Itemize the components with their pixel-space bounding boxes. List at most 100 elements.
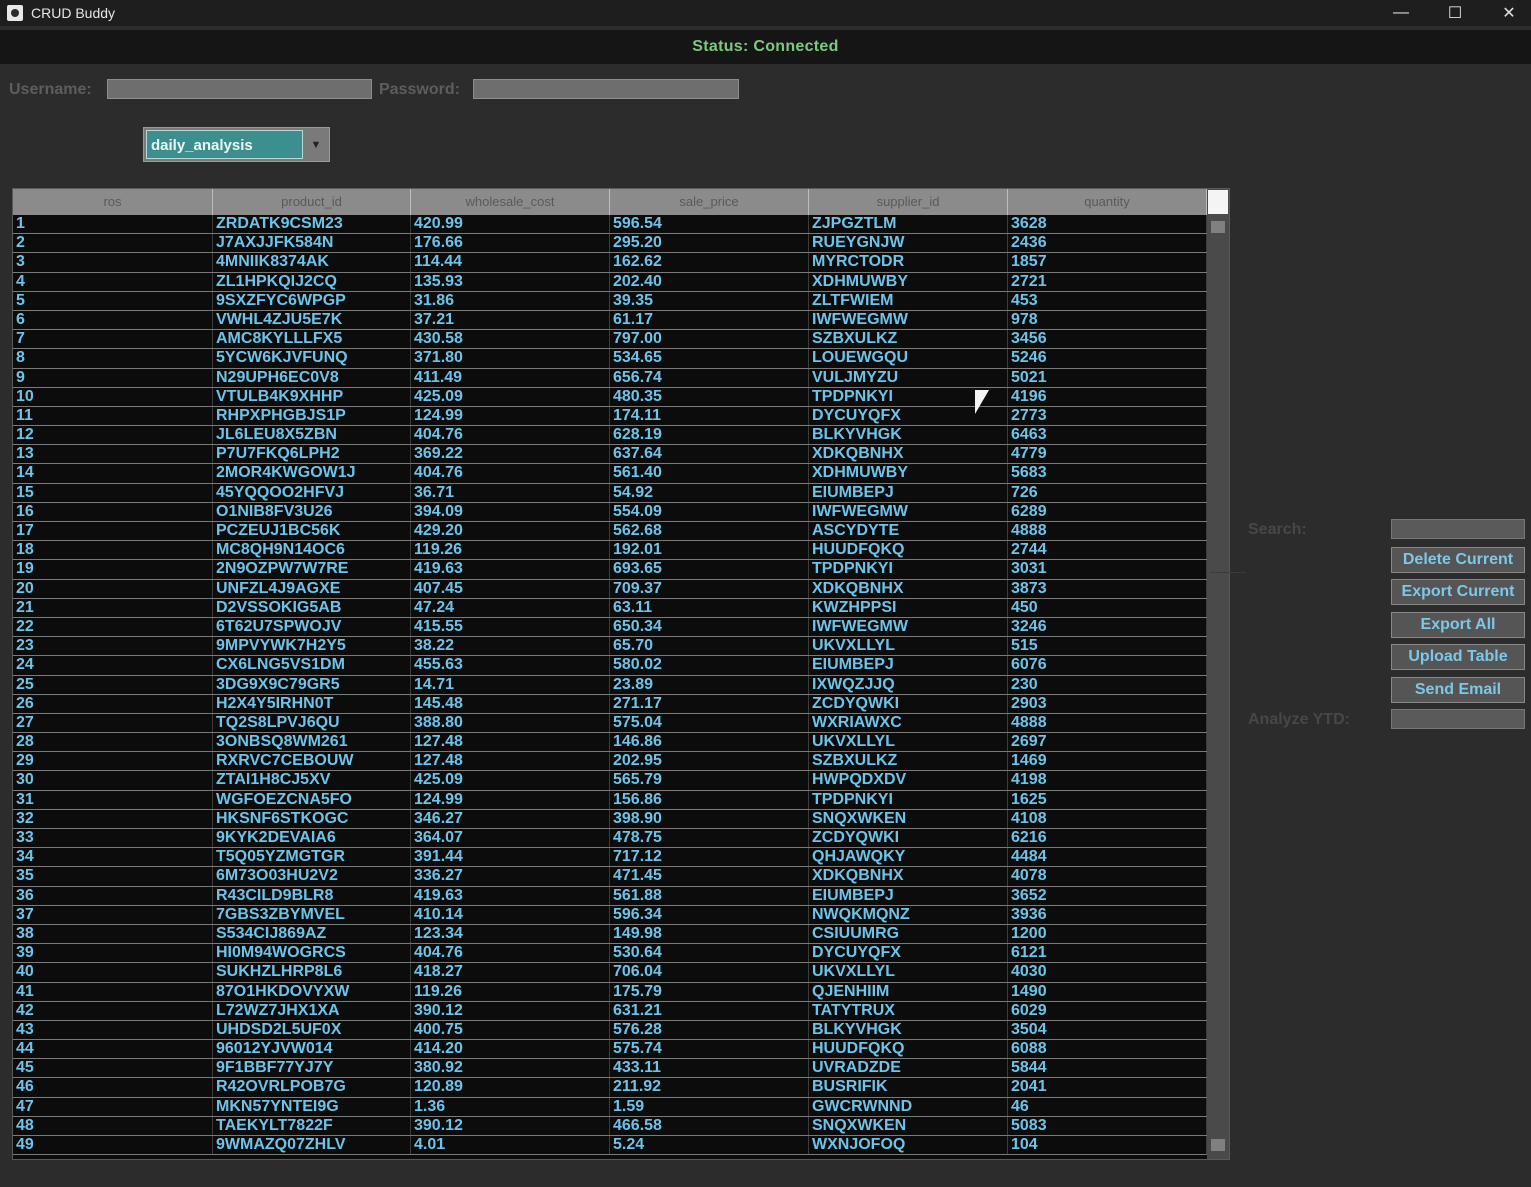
table-row[interactable]: 12 JL6LEU8X5ZBN 404.76 628.19 BLKYVHGK 6463	[13, 426, 1207, 446]
table-row[interactable]: 39 HI0M94WOGRCS 404.76 530.64 DYCUYQFX 6121	[13, 944, 1207, 964]
table-cell[interactable]: IWFWEGMW	[809, 502, 1008, 521]
table-cell[interactable]: IWFWEGMW	[809, 617, 1008, 637]
table-cell[interactable]: 124.99	[411, 406, 610, 426]
table-cell[interactable]: UKVXLLYL	[809, 963, 1008, 982]
table-cell[interactable]: GWCRWNND	[809, 1097, 1008, 1116]
table-cell[interactable]: 43	[13, 1020, 213, 1040]
table-cell[interactable]: 3	[13, 253, 213, 272]
table-cell[interactable]: ZLTFWIEM	[809, 291, 1008, 310]
table-row[interactable]: 48 TAEKYLT7822F 390.12 466.58 SNQXWKEN 5083	[13, 1116, 1207, 1136]
table-cell[interactable]: UVRADZDE	[809, 1059, 1008, 1078]
table-cell[interactable]: 4196	[1008, 387, 1207, 406]
table-cell[interactable]: 63.11	[610, 598, 809, 617]
table-cell[interactable]: 1857	[1008, 253, 1207, 272]
table-cell[interactable]: 65.70	[610, 637, 809, 656]
table-cell[interactable]: S534CIJ869AZ	[213, 924, 411, 944]
table-cell[interactable]: 346.27	[411, 809, 610, 828]
column-header[interactable]: ros	[13, 189, 213, 215]
table-cell[interactable]: IWFWEGMW	[809, 310, 1008, 330]
table-cell[interactable]: 3628	[1008, 215, 1207, 234]
table-row[interactable]: 17 PCZEUJ1BC56K 429.20 562.68 ASCYDYTE 4888	[13, 522, 1207, 542]
table-cell[interactable]: XDKQBNHX	[809, 445, 1008, 464]
table-cell[interactable]: 26	[13, 694, 213, 713]
table-cell[interactable]: 390.12	[411, 1116, 610, 1135]
table-cell[interactable]: 22	[13, 617, 213, 637]
table-cell[interactable]: 433.11	[610, 1059, 809, 1078]
table-cell[interactable]: UNFZL4J9AGXE	[213, 579, 411, 598]
table-cell[interactable]: 369.22	[411, 445, 610, 464]
table-cell[interactable]: 2721	[1008, 272, 1207, 291]
table-cell[interactable]: 471.45	[610, 867, 809, 886]
table-cell[interactable]: ZCDYQWKI	[809, 829, 1008, 848]
table-cell[interactable]: 637.64	[610, 445, 809, 464]
table-cell[interactable]: 466.58	[610, 1116, 809, 1135]
table-cell[interactable]: 127.48	[411, 733, 610, 752]
table-row[interactable]: 28 3ONBSQ8WM261 127.48 146.86 UKVXLLYL 2697	[13, 733, 1207, 753]
table-cell[interactable]: 5021	[1008, 368, 1207, 387]
table-cell[interactable]: XDHMUWBY	[809, 464, 1008, 483]
vertical-scrollbar[interactable]	[1207, 189, 1229, 1159]
table-cell[interactable]: SNQXWKEN	[809, 1116, 1008, 1135]
table-cell[interactable]: 978	[1008, 310, 1207, 330]
table-row[interactable]: 6 VWHL4ZJU5E7K 37.21 61.17 IWFWEGMW 978	[13, 310, 1207, 331]
table-cell[interactable]: TQ2S8LPVJ6QU	[213, 713, 411, 733]
table-cell[interactable]: 2N9OZPW7W7RE	[213, 560, 411, 579]
column-header[interactable]: wholesale_cost	[411, 189, 610, 215]
table-cell[interactable]: 20	[13, 579, 213, 598]
table-cell[interactable]: 1200	[1008, 924, 1207, 944]
table-cell[interactable]: 404.76	[411, 464, 610, 483]
table-cell[interactable]: VTULB4K9XHHP	[213, 387, 411, 406]
minimize-button[interactable]: —	[1374, 0, 1428, 26]
table-row[interactable]: 11 RHPXPHGBJS1P 124.99 174.11 DYCUYQFX 2773	[13, 406, 1207, 427]
table-row[interactable]: 43 UHDSD2L5UF0X 400.75 576.28 BLKYVHGK 3504	[13, 1020, 1207, 1041]
table-row[interactable]: 46 R42OVRLPOB7G 120.89 211.92 BUSRIFIK 2041	[13, 1078, 1207, 1098]
table-row[interactable]: 44 96012YJVW014 414.20 575.74 HUUDFQKQ 6088	[13, 1040, 1207, 1060]
table-cell[interactable]: 3ONBSQ8WM261	[213, 733, 411, 752]
table-cell[interactable]: 404.76	[411, 944, 610, 963]
table-cell[interactable]: 709.37	[610, 579, 809, 598]
table-cell[interactable]: 5844	[1008, 1059, 1207, 1078]
table-cell[interactable]: 13	[13, 445, 213, 464]
table-cell[interactable]: 38	[13, 924, 213, 944]
table-cell[interactable]: 561.40	[610, 464, 809, 483]
table-cell[interactable]: 418.27	[411, 963, 610, 982]
table-cell[interactable]: 7GBS3ZBYMVEL	[213, 905, 411, 924]
table-cell[interactable]: 3652	[1008, 886, 1207, 905]
table-cell[interactable]: BUSRIFIK	[809, 1078, 1008, 1097]
table-cell[interactable]: T5Q05YZMGTGR	[213, 848, 411, 867]
table-cell[interactable]: 6088	[1008, 1040, 1207, 1059]
table-cell[interactable]: 6121	[1008, 944, 1207, 963]
table-cell[interactable]: 364.07	[411, 829, 610, 848]
table-cell[interactable]: HWPQDXDV	[809, 771, 1008, 790]
table-cell[interactable]: 1	[13, 215, 213, 234]
table-cell[interactable]: 44	[13, 1040, 213, 1059]
table-cell[interactable]: 7	[13, 330, 213, 349]
table-cell[interactable]: 6289	[1008, 502, 1207, 521]
table-row[interactable]: 16 O1NIB8FV3U26 394.09 554.09 IWFWEGMW 6289	[13, 502, 1207, 522]
table-cell[interactable]: 6M73O03HU2V2	[213, 867, 411, 886]
table-cell[interactable]: 211.92	[610, 1078, 809, 1097]
table-row[interactable]: 27 TQ2S8LPVJ6QU 388.80 575.04 WXRIAWXC 4888	[13, 713, 1207, 734]
table-cell[interactable]: EIUMBEPJ	[809, 886, 1008, 905]
table-cell[interactable]: HUUDFQKQ	[809, 541, 1008, 560]
table-cell[interactable]: 530.64	[610, 944, 809, 963]
table-cell[interactable]: 17	[13, 522, 213, 541]
table-cell[interactable]: 726	[1008, 483, 1207, 502]
table-cell[interactable]: 156.86	[610, 790, 809, 809]
table-cell[interactable]: TAEKYLT7822F	[213, 1116, 411, 1135]
export-all-button[interactable]: Export All	[1391, 612, 1525, 638]
table-cell[interactable]: 717.12	[610, 848, 809, 867]
table-cell[interactable]: PCZEUJ1BC56K	[213, 522, 411, 541]
table-cell[interactable]: 124.99	[411, 790, 610, 809]
table-cell[interactable]: 176.66	[411, 234, 610, 253]
table-cell[interactable]: 371.80	[411, 349, 610, 368]
table-cell[interactable]: 4888	[1008, 713, 1207, 733]
table-cell[interactable]: 336.27	[411, 867, 610, 886]
table-cell[interactable]: 45	[13, 1059, 213, 1078]
table-cell[interactable]: 706.04	[610, 963, 809, 982]
table-cell[interactable]: 34	[13, 848, 213, 867]
table-cell[interactable]: 5.24	[610, 1136, 809, 1155]
table-cell[interactable]: MC8QH9N14OC6	[213, 541, 411, 560]
table-cell[interactable]: 561.88	[610, 886, 809, 905]
table-cell[interactable]: 650.34	[610, 617, 809, 637]
